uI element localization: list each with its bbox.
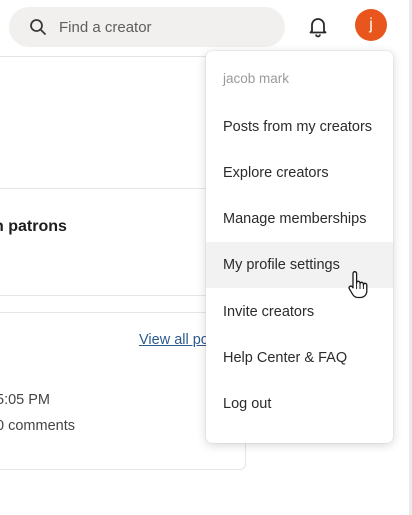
menu-item-log-out[interactable]: Log out — [206, 381, 393, 427]
view-all-link[interactable]: View all po — [139, 332, 209, 348]
search-input[interactable] — [59, 7, 279, 47]
card-heading: n patrons — [0, 218, 67, 235]
post-comments-count[interactable]: 0 comments — [0, 418, 75, 434]
avatar[interactable]: j — [355, 9, 387, 41]
search-bar[interactable] — [9, 7, 285, 47]
post-time: 5:05 PM — [0, 392, 50, 408]
menu-item-help-center-faq[interactable]: Help Center & FAQ — [206, 335, 393, 381]
bell-icon[interactable] — [306, 14, 330, 38]
menu-item-manage-memberships[interactable]: Manage memberships — [206, 196, 393, 242]
menu-item-posts-from-my-creators[interactable]: Posts from my creators — [206, 104, 393, 150]
menu-item-explore-creators[interactable]: Explore creators — [206, 150, 393, 196]
search-icon — [30, 19, 46, 35]
menu-user-name: jacob mark — [223, 71, 290, 86]
top-bar: j — [0, 0, 412, 56]
header-divider — [0, 56, 210, 57]
account-dropdown-menu: jacob mark Posts from my creators Explor… — [206, 51, 393, 443]
pointer-hand-icon — [348, 271, 368, 299]
patrons-card — [0, 188, 214, 296]
